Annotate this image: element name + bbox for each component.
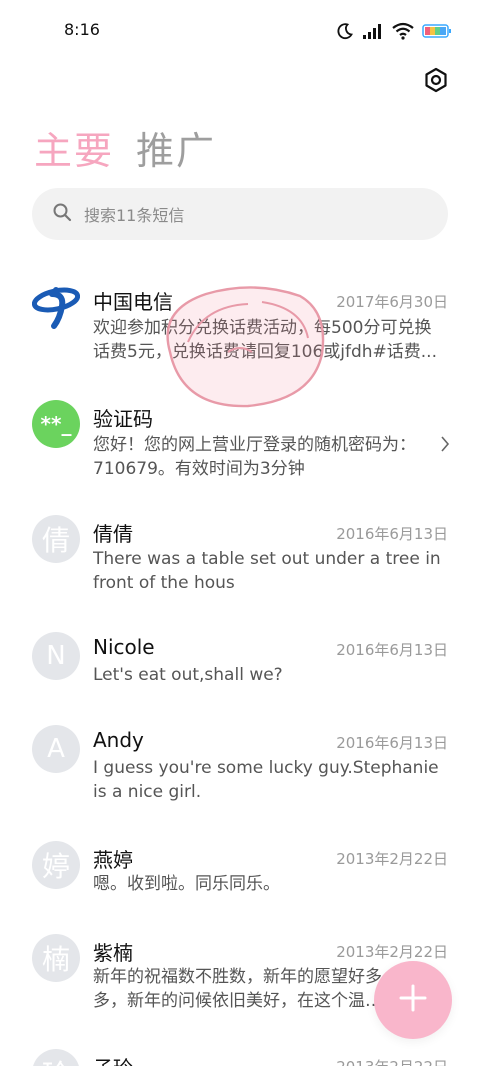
conversation-date: 2017年6月30日	[336, 293, 448, 311]
avatar: 婷	[32, 841, 80, 889]
conversation-item-andy[interactable]: A Andy 2016年6月13日 I guess you're some lu…	[0, 710, 480, 826]
conversation-snippet: Let's eat out,shall we?	[93, 665, 283, 685]
search-placeholder: 搜索11条短信	[84, 206, 185, 225]
settings-button[interactable]	[420, 66, 452, 98]
avatar: N	[32, 632, 80, 680]
conversation-snippet: 您好！您的网上营业厅登录的随机密码为：710679。有效时间为3分钟	[93, 435, 416, 479]
conversation-item-ziling[interactable]: 玲 子玲 2013年2月22日	[0, 1034, 480, 1066]
conversation-name: 燕婷	[93, 848, 133, 872]
conversation-item-china-telecom[interactable]: 中国电信 2017年6月30日 欢迎参加积分兑换话费活动，每500分可兑换话费5…	[0, 268, 480, 385]
conversation-snippet: There was a table set out under a tree i…	[93, 549, 441, 593]
battery-icon	[422, 23, 452, 39]
conversation-name: 中国电信	[93, 290, 173, 314]
conversation-date: 2016年6月13日	[336, 734, 448, 752]
conversation-item-verification[interactable]: **_ 验证码 您好！您的网上营业厅登录的随机密码为：710679。有效时间为3…	[0, 385, 480, 501]
conversation-snippet: 欢迎参加积分兑换话费活动，每500分可兑换话费5元，兑换话费请回复106或jfd…	[93, 318, 437, 362]
wifi-icon	[392, 22, 414, 40]
conversation-name: 紫楠	[93, 941, 133, 965]
conversation-date: 2013年2月22日	[336, 943, 448, 961]
search-input[interactable]: 搜索11条短信	[32, 188, 448, 240]
conversation-name: 验证码	[93, 407, 153, 431]
conversation-date: 2016年6月13日	[336, 525, 448, 543]
conversation-date: 2013年2月22日	[336, 1056, 448, 1066]
conversation-date: 2013年2月22日	[336, 850, 448, 868]
status-icons	[336, 20, 452, 42]
conversation-list: 中国电信 2017年6月30日 欢迎参加积分兑换话费活动，每500分可兑换话费5…	[0, 268, 480, 1066]
china-telecom-logo	[32, 282, 80, 330]
moon-icon	[336, 22, 354, 40]
tab-main[interactable]: 主要	[34, 128, 114, 174]
search-icon	[52, 202, 72, 226]
conversation-date: 2016年6月13日	[336, 641, 448, 659]
gear-icon	[423, 67, 449, 97]
conversation-name: 子玲	[93, 1052, 133, 1066]
conversation-item-nicole[interactable]: N Nicole 2016年6月13日 Let's eat out,shall …	[0, 617, 480, 710]
conversation-name: Andy	[93, 728, 144, 752]
conversation-item-qianqian[interactable]: 倩 倩倩 2016年6月13日 There was a table set ou…	[0, 501, 480, 617]
avatar: **_	[32, 400, 80, 448]
conversation-name: Nicole	[93, 635, 155, 659]
tab-bar: 主要 推广	[34, 118, 216, 174]
new-message-button[interactable]	[374, 961, 452, 1039]
signal-icon	[362, 23, 384, 39]
status-time: 8:16	[64, 20, 100, 39]
plus-icon	[399, 984, 427, 1016]
status-bar: 8:16	[0, 0, 480, 62]
tab-promotions[interactable]: 推广	[136, 128, 216, 174]
chevron-right-icon[interactable]	[440, 435, 450, 457]
avatar: 玲	[32, 1049, 80, 1066]
avatar: 倩	[32, 515, 80, 563]
avatar: A	[32, 725, 80, 773]
conversation-snippet: 嗯。收到啦。同乐同乐。	[93, 874, 280, 894]
avatar: 楠	[32, 934, 80, 982]
conversation-snippet: I guess you're some lucky guy.Stephanie …	[93, 758, 439, 802]
conversation-item-yanting[interactable]: 婷 燕婷 2013年2月22日 嗯。收到啦。同乐同乐。	[0, 826, 480, 919]
conversation-snippet: 新年的祝福数不胜数，新年的愿望好多多，新年的问候依旧美好，在这个温馨的	[93, 967, 382, 1011]
conversation-name: 倩倩	[93, 522, 133, 546]
